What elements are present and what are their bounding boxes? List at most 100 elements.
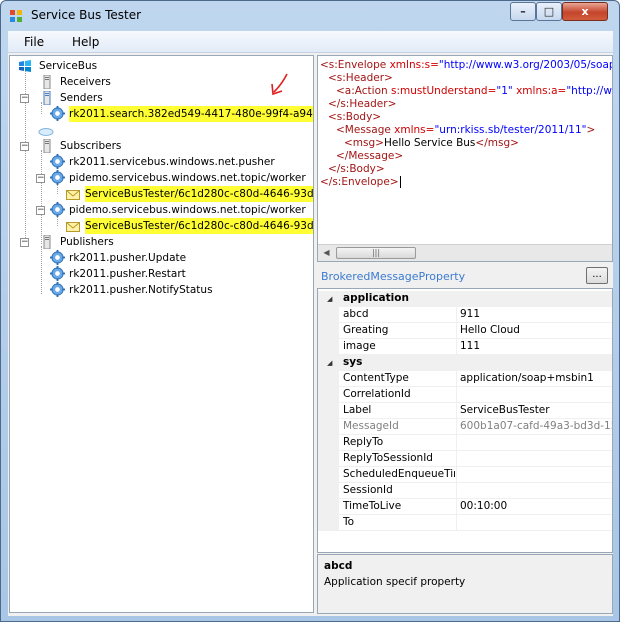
tree-label-senders: Senders bbox=[60, 92, 103, 104]
xml-line: <s:Body> bbox=[328, 111, 382, 123]
tree-node-subscriber-3[interactable]: − pidemo.servicebus.windows.net.topic/wo… bbox=[36, 202, 313, 218]
tree-label-subscriber-2: pidemo.servicebus.windows.net.topic/work… bbox=[69, 172, 306, 184]
tree-label-sender-item: rk2011.search.382ed549-4417-480e-99f4-a9… bbox=[69, 106, 313, 122]
tree-node-publisher-2[interactable]: rk2011.pusher.Restart bbox=[50, 266, 250, 282]
gear-icon bbox=[50, 202, 65, 217]
tree-node-sender-item[interactable]: rk2011.search.382ed549-4417-480e-99f4-a9… bbox=[50, 106, 313, 122]
xml-line: <msg>Hello Service Bus</msg> bbox=[344, 137, 519, 149]
gear-icon bbox=[50, 154, 65, 169]
menu-bar: File Help bbox=[8, 31, 613, 53]
collapse-icon[interactable]: − bbox=[20, 142, 29, 151]
tree-label-subscribers: Subscribers bbox=[60, 140, 122, 152]
gear-icon bbox=[50, 106, 65, 121]
collapse-icon[interactable]: − bbox=[36, 206, 45, 215]
tree-label-receivers: Receivers bbox=[60, 76, 111, 88]
collapse-icon[interactable]: − bbox=[20, 94, 29, 103]
ellipsis-button[interactable]: ... bbox=[586, 267, 608, 284]
category-application[interactable]: ◢ application bbox=[318, 291, 612, 307]
windows-azure-icon bbox=[19, 60, 31, 72]
gear-icon bbox=[50, 266, 65, 281]
xml-editor[interactable]: <s:Envelope xmlns:s="http://www.w3.org/2… bbox=[317, 55, 613, 262]
server-icon bbox=[43, 139, 51, 153]
app-icon bbox=[10, 10, 22, 22]
scroll-left-icon[interactable]: ◀ bbox=[318, 245, 335, 261]
cloud-icon bbox=[38, 128, 54, 136]
close-icon: x bbox=[581, 5, 589, 18]
minimize-button[interactable]: – bbox=[510, 2, 536, 21]
tree-label-publisher-1: rk2011.pusher.Update bbox=[69, 252, 187, 264]
category-sys[interactable]: ◢ sys bbox=[318, 355, 612, 371]
tree-node-publisher-3[interactable]: rk2011.pusher.NotifyStatus bbox=[50, 282, 250, 298]
collapse-icon[interactable]: ◢ bbox=[327, 359, 332, 367]
menu-file[interactable]: File bbox=[24, 35, 44, 49]
tree-node-root[interactable]: ServiceBus bbox=[18, 58, 138, 74]
property-description: abcd Application specif property bbox=[317, 554, 613, 614]
xml-line: <a:Action s:mustUnderstand="1" xmlns:a="… bbox=[336, 85, 612, 97]
tree-label-publisher-2: rk2011.pusher.Restart bbox=[69, 268, 186, 280]
collapse-icon[interactable]: − bbox=[36, 174, 45, 183]
property-row[interactable]: CorrelationId bbox=[318, 387, 612, 403]
xml-line: </s:Envelope> bbox=[320, 176, 401, 188]
description-text: Application specif property bbox=[324, 576, 466, 588]
gear-icon bbox=[50, 282, 65, 297]
property-row[interactable]: abcd 911 bbox=[318, 307, 612, 323]
tree-label-subscription-3: ServiceBusTester/6c1d280c-c80d-4646-93d5 bbox=[85, 218, 313, 234]
property-row[interactable]: ScheduledEnqueueTim bbox=[318, 467, 612, 483]
tree-label-subscriber-3: pidemo.servicebus.windows.net.topic/work… bbox=[69, 204, 306, 216]
property-row[interactable]: ReplyTo bbox=[318, 435, 612, 451]
title-bar[interactable]: Service Bus Tester – □ x bbox=[1, 1, 619, 31]
property-row[interactable]: SessionId bbox=[318, 483, 612, 499]
property-row[interactable]: Label ServiceBusTester bbox=[318, 403, 612, 419]
tree-label-publisher-3: rk2011.pusher.NotifyStatus bbox=[69, 284, 213, 296]
tree-node-senders[interactable]: − Senders bbox=[20, 90, 160, 106]
gear-icon bbox=[50, 250, 65, 265]
gear-icon bbox=[50, 170, 65, 185]
envelope-icon bbox=[66, 222, 80, 232]
tree-line bbox=[41, 150, 42, 244]
tree-node-subscriber-2[interactable]: − pidemo.servicebus.windows.net.topic/wo… bbox=[36, 170, 313, 186]
maximize-icon: □ bbox=[543, 5, 555, 18]
property-grid-title[interactable]: BrokeredMessageProperty bbox=[321, 270, 465, 283]
property-row[interactable]: MessageId600b1a07-cafd-49a3-bd3d-150e bbox=[318, 419, 612, 435]
app-window: Service Bus Tester – □ x File Help Servi… bbox=[0, 0, 620, 622]
tree-node-subscription-2[interactable]: ServiceBusTester/6c1d280c-c80d-4646-93d5 bbox=[66, 186, 313, 202]
property-row[interactable]: image 111 bbox=[318, 339, 612, 355]
xml-line: </s:Header> bbox=[328, 98, 397, 110]
xml-line: </Message> bbox=[336, 150, 404, 162]
maximize-button[interactable]: □ bbox=[536, 2, 562, 21]
property-row[interactable]: Greating Hello Cloud bbox=[318, 323, 612, 339]
close-button[interactable]: x bbox=[562, 2, 608, 21]
property-row[interactable]: To bbox=[318, 515, 612, 531]
collapse-icon[interactable]: ◢ bbox=[327, 295, 332, 303]
tree-node-publishers[interactable]: − Publishers bbox=[20, 234, 160, 250]
xml-line: </s:Body> bbox=[328, 163, 385, 175]
tree-node-subscribers[interactable]: − Subscribers bbox=[20, 138, 160, 154]
tree-label-publishers: Publishers bbox=[60, 236, 114, 248]
minimize-icon: – bbox=[520, 5, 526, 18]
property-row[interactable]: ReplyToSessionId bbox=[318, 451, 612, 467]
annotation-arrow-icon bbox=[271, 73, 288, 96]
tree-label-subscriber-1: rk2011.servicebus.windows.net.pusher bbox=[69, 156, 275, 168]
property-row[interactable]: TimeToLive 00:10:00 bbox=[318, 499, 612, 515]
scroll-thumb[interactable]: ||| bbox=[336, 247, 416, 259]
menu-help[interactable]: Help bbox=[72, 35, 99, 49]
tree-node-subscription-3[interactable]: ServiceBusTester/6c1d280c-c80d-4646-93d5 bbox=[66, 218, 313, 234]
server-icon bbox=[43, 235, 51, 249]
property-grid[interactable]: ◢ application abcd 911 Greating Hello Clou… bbox=[317, 288, 613, 553]
service-tree[interactable]: ServiceBus Receivers − Senders rk2011.se… bbox=[9, 55, 314, 613]
server-icon bbox=[43, 91, 51, 105]
description-title: abcd bbox=[324, 560, 353, 572]
client-area: ServiceBus Receivers − Senders rk2011.se… bbox=[8, 53, 613, 616]
collapse-icon[interactable]: − bbox=[20, 238, 29, 247]
window-title: Service Bus Tester bbox=[31, 8, 142, 22]
property-row[interactable]: ContentType application/soap+msbin1 bbox=[318, 371, 612, 387]
tree-label-subscription-2: ServiceBusTester/6c1d280c-c80d-4646-93d5 bbox=[85, 186, 313, 202]
xml-line: <s:Envelope xmlns:s="http://www.w3.org/2… bbox=[320, 59, 612, 71]
tree-node-receivers[interactable]: Receivers bbox=[34, 74, 154, 90]
xml-line: <s:Header> bbox=[328, 72, 393, 84]
envelope-icon bbox=[66, 190, 80, 200]
tree-line bbox=[41, 246, 42, 294]
tree-node-publisher-1[interactable]: rk2011.pusher.Update bbox=[50, 250, 250, 266]
tree-node-subscriber-1[interactable]: rk2011.servicebus.windows.net.pusher bbox=[50, 154, 310, 170]
horizontal-scrollbar[interactable]: ◀ ||| bbox=[318, 244, 612, 261]
